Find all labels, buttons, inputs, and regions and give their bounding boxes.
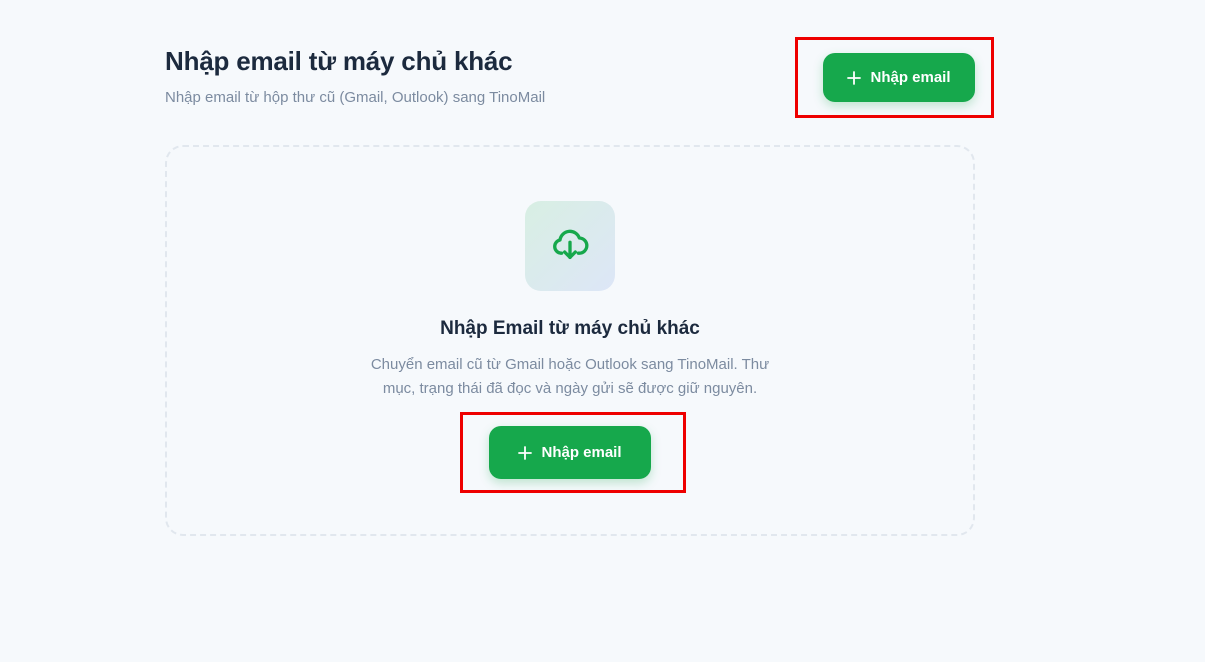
- empty-state-description: Chuyển email cũ từ Gmail hoặc Outlook sa…: [370, 356, 770, 397]
- header-import-email-button[interactable]: Nhập email: [823, 53, 975, 102]
- empty-state-icon-tile: [525, 201, 615, 291]
- page-title: Nhập email từ máy chủ khác: [165, 46, 513, 76]
- empty-state-title: Nhập Email từ máy chủ khác: [440, 318, 700, 339]
- header-import-email-label: Nhập email: [870, 69, 951, 86]
- plus-icon: [847, 70, 862, 85]
- import-email-page: Nhập email từ máy chủ khác Nhập email từ…: [0, 0, 1205, 662]
- cloud-download-icon: [550, 224, 590, 269]
- empty-state-import-email-button[interactable]: Nhập email: [489, 426, 651, 479]
- empty-state-import-email-label: Nhập email: [541, 444, 622, 461]
- page-subtitle: Nhập email từ hộp thư cũ (Gmail, Outlook…: [165, 89, 546, 106]
- plus-icon: [518, 445, 533, 460]
